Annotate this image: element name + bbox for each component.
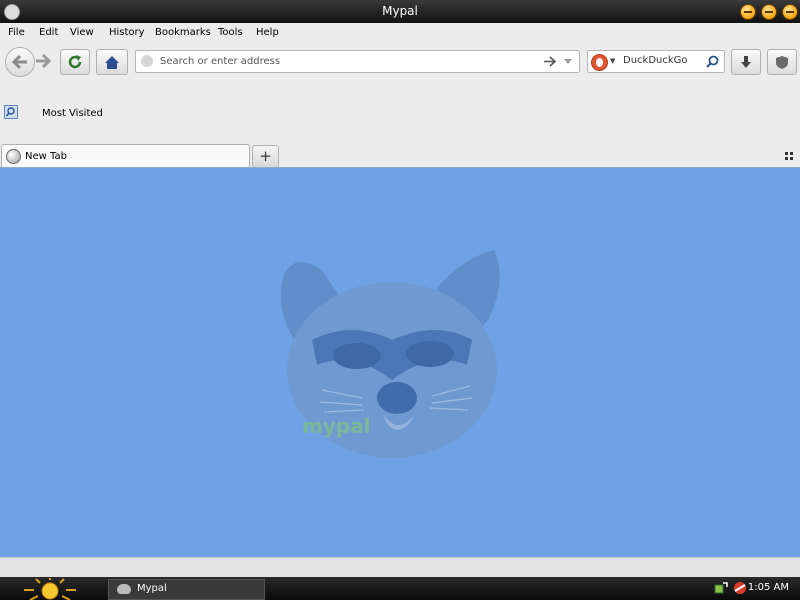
dropdown-icon[interactable] [563,58,573,65]
search-bar[interactable]: ▼ DuckDuckGo [587,50,725,73]
menu-file[interactable]: File [8,27,25,38]
tab-groups-icon[interactable] [785,152,794,161]
menu-help[interactable]: Help [256,27,279,38]
taskbar-mypal[interactable]: Mypal [108,579,265,600]
page-content: mypal [0,167,800,558]
home-icon [105,55,119,69]
menu-bar: File Edit View History Bookmarks Tools H… [0,23,800,43]
tab-label: New Tab [25,151,67,162]
chevron-down-icon[interactable]: ▼ [610,57,615,65]
tab-strip: New Tab + [0,142,800,168]
menu-view[interactable]: View [70,27,94,38]
arrow-right-icon [36,53,52,69]
search-icon[interactable] [706,55,719,68]
shield-icon [776,55,788,69]
menu-tools[interactable]: Tools [218,27,243,38]
tab-new-tab[interactable]: New Tab [1,144,250,167]
navigation-toolbar: ▼ DuckDuckGo [0,43,800,80]
status-bar [0,557,800,578]
back-button[interactable] [5,47,35,77]
network-icon[interactable] [714,581,728,595]
address-input[interactable] [160,53,520,69]
clock: 1:05 AM [747,582,789,593]
maximize-button[interactable] [761,4,777,20]
raccoon-icon [117,584,131,594]
logo-text: mypal [302,414,371,438]
reload-icon [68,55,82,69]
address-bar[interactable] [135,50,580,73]
go-arrow-icon[interactable] [543,56,556,67]
raccoon-logo: mypal [280,250,500,458]
reload-button[interactable] [60,49,90,75]
taskbar: Mypal 1:05 AM [0,577,800,600]
menu-edit[interactable]: Edit [39,27,58,38]
forward-button[interactable] [35,53,53,69]
new-tab-button[interactable]: + [252,145,279,168]
menu-bookmarks[interactable]: Bookmarks [155,27,211,38]
settings-tray-icon[interactable] [732,580,748,596]
menu-history[interactable]: History [109,27,145,38]
taskbar-app-label: Mypal [137,583,167,594]
bookmark-most-visited[interactable]: Most Visited [42,108,103,119]
site-identity-icon[interactable] [141,55,153,67]
downloads-button[interactable] [731,49,761,75]
title-bar: Mypal [0,0,800,23]
close-button[interactable] [782,4,798,20]
arrow-left-icon [12,55,27,69]
ublock-button[interactable] [767,49,797,75]
sun-start-icon[interactable] [22,578,78,600]
download-icon [741,56,751,68]
duckduckgo-icon[interactable] [591,54,608,71]
bookmarks-toolbar: Most Visited [0,80,800,142]
search-engine-label: DuckDuckGo [623,55,688,66]
window-title: Mypal [382,4,418,18]
globe-icon [6,149,21,164]
search-page-icon[interactable] [4,105,18,119]
minimize-button[interactable] [740,4,756,20]
home-button[interactable] [96,49,128,75]
